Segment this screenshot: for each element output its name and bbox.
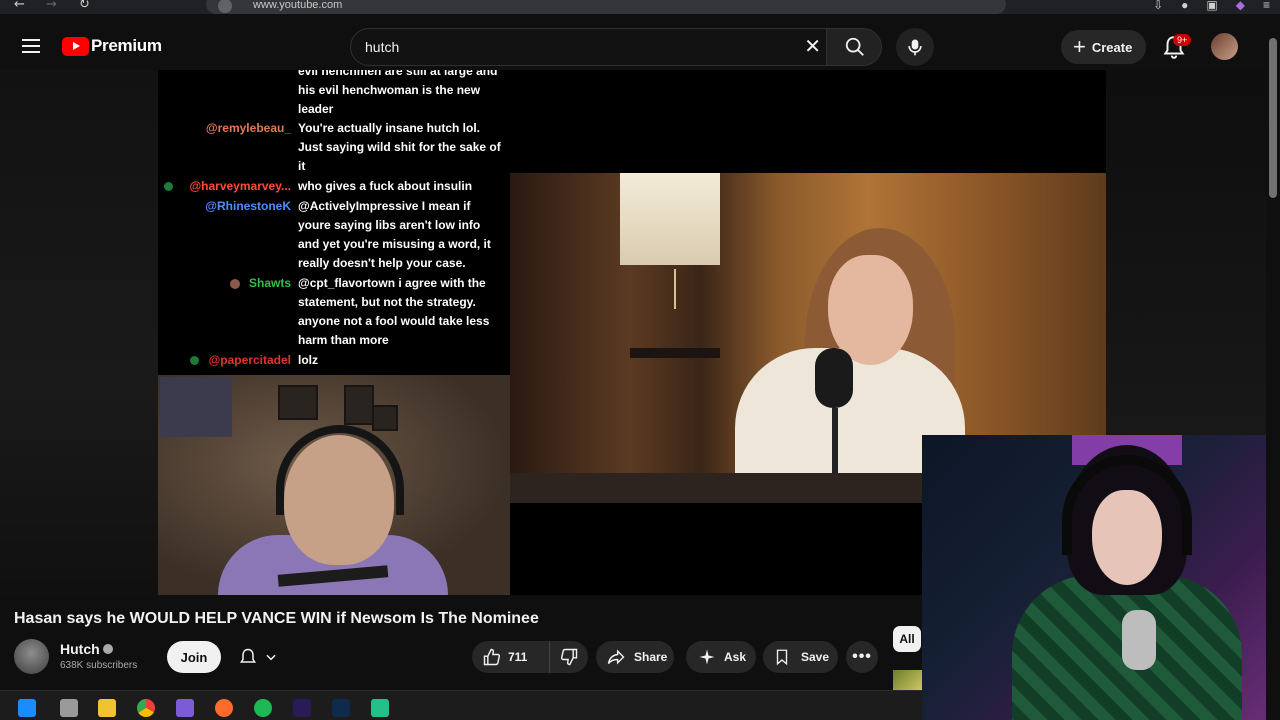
clear-search-icon[interactable]: ✕ — [804, 36, 821, 58]
lamp-cord — [674, 269, 676, 309]
chat-message-text: @ActivelyImpressive I mean if youre sayi… — [298, 199, 491, 270]
share-label: Share — [634, 650, 668, 664]
like-count: 711 — [508, 650, 528, 664]
voice-search-button[interactable] — [896, 28, 934, 66]
dislike-button[interactable] — [550, 641, 588, 673]
ask-button[interactable]: Ask — [686, 641, 756, 673]
more-horizontal-icon: ••• — [852, 648, 872, 665]
chat-username: @remylebeau_ — [205, 121, 291, 135]
share-button[interactable]: Share — [596, 641, 674, 673]
extensions-icon[interactable]: ▣ — [1206, 0, 1217, 12]
like-button[interactable]: 711 — [472, 641, 550, 673]
join-button[interactable]: Join — [167, 641, 221, 673]
podcast-microphone — [815, 348, 853, 408]
youtube-play-icon — [62, 36, 89, 56]
notification-badge: 9+ — [1173, 34, 1192, 46]
wall-frame — [278, 385, 318, 420]
account-avatar[interactable] — [1211, 33, 1238, 60]
chat-message-text: who gives a fuck about insulin — [298, 179, 473, 193]
page-scrollbar[interactable] — [1266, 32, 1280, 720]
shelf — [630, 348, 720, 358]
thumbs-down-icon — [560, 648, 578, 666]
premiere-icon[interactable] — [293, 699, 311, 717]
more-actions-button[interactable]: ••• — [846, 641, 878, 673]
chat-message-text: evil henchmen are still at large and his… — [298, 70, 498, 116]
profile-b-icon[interactable]: ● — [1181, 0, 1188, 12]
browser-toolbar: ← → ↻ www.youtube.com ⇩ ● ▣ ◆ ≡ — [0, 0, 1280, 14]
bookmark-icon — [776, 649, 788, 666]
channel-avatar[interactable] — [14, 639, 49, 674]
stream-chat-overlay: evil henchmen are still at large and his… — [158, 70, 510, 375]
file-explorer-icon[interactable] — [98, 699, 116, 717]
chat-message-text: @cpt_flavortown i agree with the stateme… — [298, 276, 490, 347]
mic-stand — [832, 408, 838, 478]
youtube-header: Premium hutch ✕ + Create 9+ — [0, 22, 1280, 70]
like-dislike-group: 711 — [472, 641, 588, 673]
browser-menu-icon[interactable]: ≡ — [1263, 0, 1270, 12]
plus-icon: + — [1073, 34, 1086, 59]
address-bar[interactable]: www.youtube.com — [206, 0, 1006, 14]
streamer-webcam — [158, 375, 510, 595]
thumbs-up-icon — [483, 648, 501, 666]
windows-start-icon[interactable] — [18, 699, 36, 717]
search-button[interactable] — [826, 28, 882, 66]
chat-username: @papercitadel — [208, 353, 291, 367]
photoshop-icon[interactable] — [332, 699, 350, 717]
forward-icon[interactable]: → — [46, 0, 57, 12]
gem-extension-icon[interactable]: ◆ — [1236, 0, 1245, 12]
save-button[interactable]: Save — [763, 641, 838, 673]
member-badge-icon — [164, 182, 173, 191]
reload-icon[interactable]: ↻ — [79, 0, 90, 12]
video-background-left — [0, 70, 158, 595]
site-info-icon[interactable] — [218, 0, 232, 13]
headphones — [276, 425, 404, 515]
subscription-notification-button[interactable] — [230, 641, 290, 673]
youtube-premium-logo[interactable]: Premium — [62, 36, 162, 56]
search-input[interactable]: hutch ✕ — [350, 28, 827, 66]
subscriber-count: 638K subscribers — [60, 660, 138, 671]
chevron-down-icon — [266, 654, 276, 661]
wall-poster — [160, 377, 232, 437]
search-icon — [845, 37, 864, 56]
channel-name[interactable]: Hutch — [60, 641, 100, 657]
save-label: Save — [801, 650, 830, 664]
window-light — [620, 173, 720, 265]
chat-username: @RhinestoneK — [205, 199, 291, 213]
back-icon[interactable]: ← — [14, 0, 25, 12]
download-icon[interactable]: ⇩ — [1153, 0, 1163, 12]
sparkle-icon — [699, 649, 715, 665]
wall-frame — [372, 405, 398, 431]
microphone-icon — [908, 39, 922, 56]
spotify-icon[interactable] — [254, 699, 272, 717]
create-label: Create — [1091, 39, 1133, 55]
chat-message-text: lolz — [298, 353, 318, 367]
firefox-icon[interactable] — [215, 699, 233, 717]
reactor-microphone — [1122, 610, 1156, 670]
verified-icon — [103, 644, 113, 654]
chat-username: @harveymarvey... — [189, 179, 291, 193]
wall-frame — [344, 385, 374, 425]
member-badge-icon — [190, 356, 199, 365]
create-button[interactable]: + Create — [1061, 30, 1146, 64]
scrollbar-thumb[interactable] — [1269, 38, 1277, 198]
menu-icon[interactable] — [22, 39, 40, 53]
address-url: www.youtube.com — [253, 0, 343, 11]
search-query: hutch — [365, 39, 400, 55]
chat-username: Shawts — [248, 276, 291, 290]
logo-text: Premium — [91, 36, 162, 55]
video-title: Hasan says he WOULD HELP VANCE WIN if Ne… — [14, 610, 539, 627]
chrome-icon[interactable] — [137, 699, 155, 717]
chat-message-text: You're actually insane hutch lol. Just s… — [298, 121, 501, 173]
reactor-webcam — [922, 435, 1280, 720]
filter-chip-all[interactable]: All — [893, 626, 921, 652]
share-icon — [607, 649, 625, 665]
browser-actions: ⇩ ● ▣ ◆ ≡ — [1153, 0, 1270, 12]
ask-label: Ask — [724, 650, 747, 664]
task-view-icon[interactable] — [60, 699, 78, 717]
bell-icon — [239, 648, 257, 663]
user-avatar-icon — [230, 279, 240, 289]
app-icon[interactable] — [176, 699, 194, 717]
obs-icon[interactable] — [371, 699, 389, 717]
windows-taskbar — [0, 690, 922, 720]
